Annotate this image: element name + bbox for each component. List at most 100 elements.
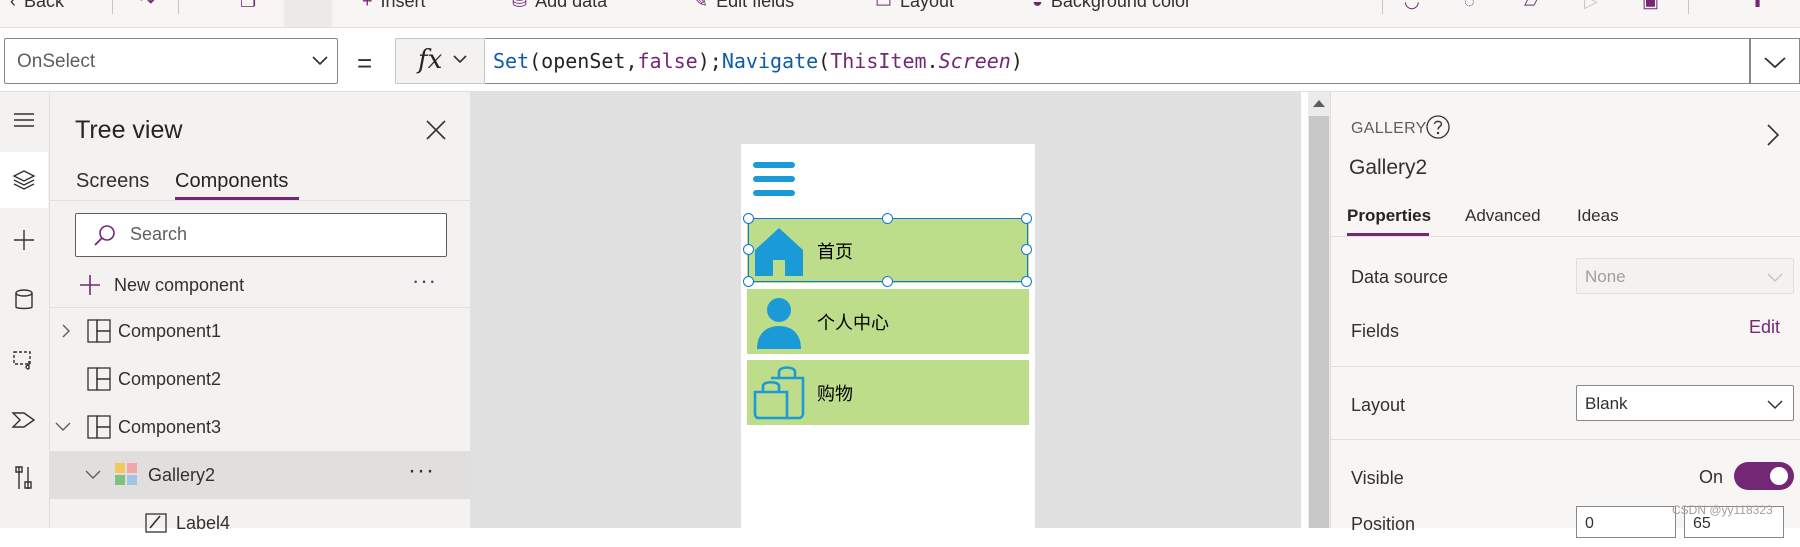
position-y-value: 65 (1693, 515, 1711, 532)
tab-screens[interactable]: Screens (76, 170, 149, 193)
database-add-icon: ⛁ (512, 0, 528, 11)
publish-button[interactable]: ⬆ (1750, 0, 1765, 12)
canvas-scrollbar[interactable] (1308, 92, 1330, 528)
gallery-item[interactable]: 个人中心 (747, 289, 1029, 354)
gallery-item-label: 个人中心 (817, 313, 889, 333)
resize-handle[interactable] (743, 213, 754, 224)
layout-button[interactable]: ▭ Layout (875, 0, 954, 12)
expand-formula-button[interactable] (1750, 38, 1800, 84)
control-name: Gallery2 (1349, 156, 1428, 179)
formula-bar: OnSelect = fx Set(openSet,false);Navigat… (0, 28, 1800, 92)
add-data-button[interactable]: ⛁ Add data (512, 0, 607, 12)
add-data-label: Add data (535, 0, 608, 11)
background-color-button[interactable]: ◒ Background color (1032, 0, 1191, 12)
shopping-bags-icon (753, 366, 805, 420)
resize-handle[interactable] (1021, 213, 1032, 224)
resize-handle[interactable] (882, 213, 893, 224)
tab-properties[interactable]: Properties (1347, 206, 1431, 226)
background-color-label: Background color (1050, 0, 1191, 11)
tree-node-label4[interactable]: Label4 (50, 499, 470, 547)
property-value: OnSelect (17, 51, 96, 72)
share-button[interactable]: ◌ (1464, 0, 1475, 12)
gallery-item-label: 首页 (817, 242, 853, 262)
resize-handle[interactable] (882, 276, 893, 287)
search-box[interactable] (75, 213, 447, 257)
data-source-value: None (1585, 267, 1626, 286)
app-screen[interactable]: 首页 个人中心 购物 (741, 144, 1035, 528)
comments-button[interactable]: ▱ (1524, 0, 1538, 12)
toolbar-pressed-button[interactable] (284, 0, 332, 27)
tree-view-button[interactable] (0, 152, 48, 208)
tree-node-gallery2[interactable]: Gallery2 ··· (50, 451, 470, 499)
tree-node-label: Gallery2 (148, 465, 216, 485)
position-x-input[interactable]: 0 (1576, 506, 1676, 538)
chevron-down-icon (1767, 400, 1783, 410)
redo-button[interactable]: ↷ (140, 0, 155, 12)
chevron-right-icon[interactable] (58, 323, 74, 339)
media-rail-button[interactable] (0, 332, 48, 388)
chevron-down-icon[interactable] (84, 467, 102, 483)
fx-icon: fx (418, 45, 443, 75)
app-checker-button[interactable]: ◡ (1404, 0, 1420, 12)
data-rail-button[interactable] (0, 272, 48, 328)
function-picker-button[interactable]: fx (395, 38, 485, 84)
copy-button[interactable]: ❐ (240, 0, 256, 12)
insert-rail-button[interactable] (0, 212, 48, 268)
resize-handle[interactable] (743, 244, 754, 255)
visible-toggle[interactable] (1734, 462, 1794, 490)
new-component-button[interactable]: New component (78, 270, 244, 300)
resize-handle[interactable] (1021, 276, 1032, 287)
property-dropdown[interactable]: OnSelect (4, 38, 338, 84)
chevron-down-icon[interactable] (54, 419, 72, 435)
help-icon[interactable] (1425, 114, 1451, 140)
data-source-dropdown[interactable]: None (1576, 258, 1794, 294)
layers-icon (12, 170, 36, 190)
watermark: CSDN @yy118323 (1672, 503, 1773, 517)
chevron-right-icon[interactable] (1763, 122, 1783, 148)
more-options-button[interactable]: ··· (412, 268, 437, 294)
formula-token: ThisItem (830, 49, 927, 73)
tab-components[interactable]: Components (175, 170, 288, 193)
layout-label: Layout (900, 0, 955, 11)
preview-button[interactable]: ▷ (1584, 0, 1598, 12)
insert-button[interactable]: + Insert (362, 0, 426, 12)
divider (1331, 366, 1800, 367)
power-automate-rail-button[interactable] (0, 392, 48, 448)
tab-ideas[interactable]: Ideas (1577, 206, 1619, 226)
close-icon[interactable] (420, 114, 452, 146)
play-icon: ▷ (1584, 0, 1598, 11)
save-icon: ▣ (1642, 0, 1660, 11)
media-icon (13, 351, 31, 370)
control-type: GALLERY (1351, 120, 1427, 137)
formula-token: ( (529, 49, 542, 73)
formula-text: Set(openSet,false);Navigate(ThisItem.Scr… (493, 49, 1023, 73)
component-icon (87, 319, 111, 343)
back-button[interactable]: ‹ Back (10, 0, 64, 12)
hamburger-menu-button[interactable] (753, 162, 795, 196)
menu-button[interactable] (0, 92, 48, 148)
scroll-up-arrow-icon[interactable] (1313, 100, 1325, 107)
formula-editor[interactable]: Set(openSet,false);Navigate(ThisItem.Scr… (485, 38, 1750, 84)
save-button[interactable]: ▣ (1642, 0, 1659, 12)
resize-handle[interactable] (743, 276, 754, 287)
tab-advanced[interactable]: Advanced (1465, 206, 1541, 226)
formula-token: . (926, 49, 939, 73)
gallery-item[interactable]: 购物 (747, 360, 1029, 425)
gallery-item[interactable]: 首页 (747, 218, 1029, 283)
formula-token: Set (493, 49, 530, 73)
layout-dropdown[interactable]: Blank (1576, 385, 1794, 421)
edit-fields-button[interactable]: ✎ Edit fields (693, 0, 794, 12)
tree-node-component2[interactable]: Component2 (50, 355, 470, 403)
toolbar-divider (1688, 0, 1689, 14)
search-input[interactable] (130, 224, 430, 245)
tree-node-component1[interactable]: Component1 (50, 307, 470, 355)
scrollbar-thumb[interactable] (1309, 116, 1329, 528)
equals-sign: = (357, 48, 373, 78)
advanced-tools-rail-button[interactable] (0, 450, 48, 506)
edit-fields-link[interactable]: Edit (1749, 317, 1780, 338)
more-options-button[interactable]: ··· (408, 457, 435, 485)
stethoscope-icon: ◡ (1404, 0, 1420, 11)
resize-handle[interactable] (1021, 244, 1032, 255)
tree-node-component3[interactable]: Component3 (50, 403, 470, 451)
tree-node-label: Component1 (118, 321, 222, 341)
